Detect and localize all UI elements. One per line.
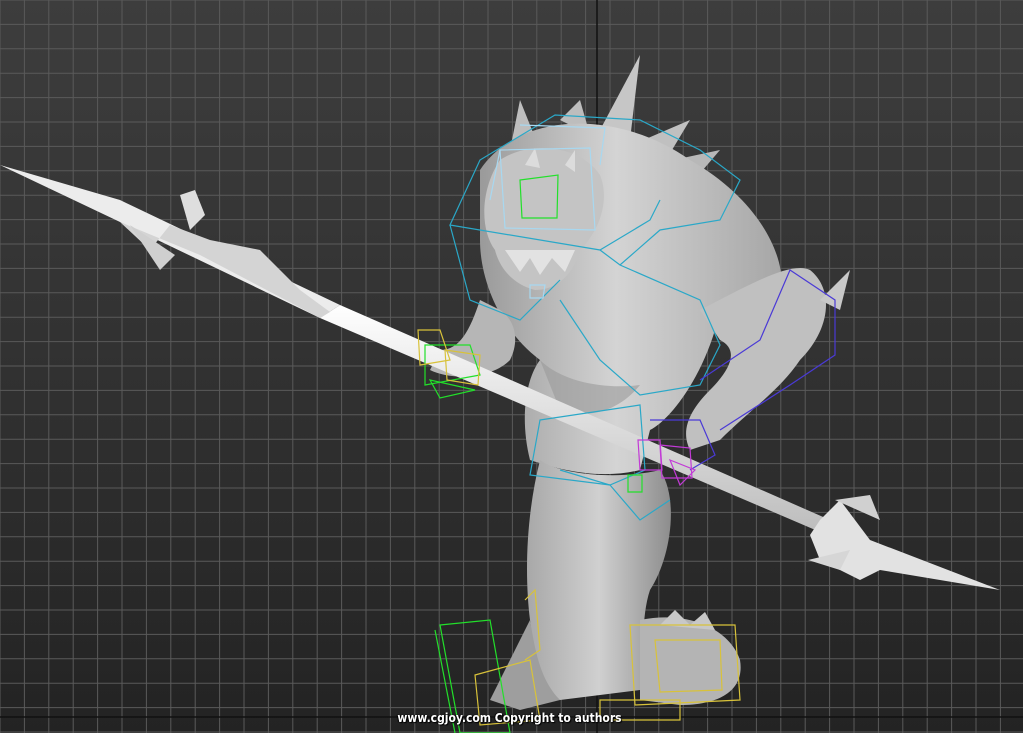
scene-canvas[interactable] bbox=[0, 0, 1023, 733]
viewport-grid bbox=[0, 0, 1023, 733]
3d-viewport[interactable]: www.cgjoy.com Copyright to authors bbox=[0, 0, 1023, 733]
watermark-text: www.cgjoy.com Copyright to authors bbox=[397, 711, 622, 725]
